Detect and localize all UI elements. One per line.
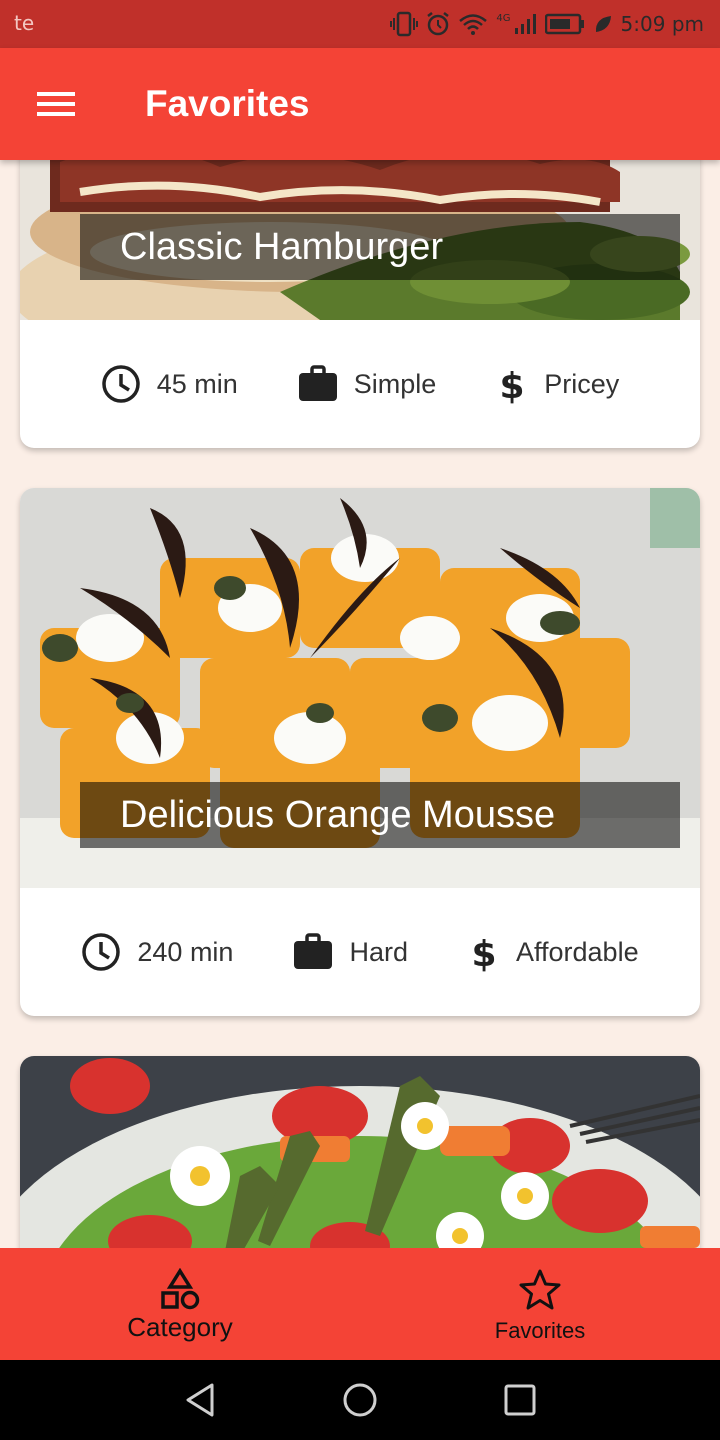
briefcase-icon bbox=[298, 365, 337, 401]
svg-text:$: $ bbox=[500, 366, 525, 404]
meal-duration: 240 min bbox=[81, 932, 233, 972]
duration-label: 45 min bbox=[156, 368, 238, 399]
alarm-icon bbox=[427, 12, 450, 36]
clock-icon bbox=[82, 933, 121, 971]
meal-meta-row: 45 min Simple $ Pricey bbox=[20, 320, 700, 448]
affordability-label: Affordable bbox=[515, 936, 639, 967]
meal-title-overlay: Classic Hamburger bbox=[80, 214, 680, 280]
affordability-label: Pricey bbox=[544, 368, 620, 399]
status-time: 5:09 pm bbox=[620, 12, 704, 36]
vibrate-icon bbox=[390, 11, 419, 37]
dollar-icon: $ bbox=[471, 934, 496, 972]
leaf-icon bbox=[595, 16, 611, 32]
nav-item-category[interactable]: Category bbox=[0, 1248, 360, 1360]
meal-complexity: Hard bbox=[293, 933, 408, 971]
star-icon bbox=[519, 1269, 561, 1310]
recents-icon[interactable] bbox=[500, 1380, 540, 1420]
meal-title: Classic Hamburger bbox=[120, 226, 444, 268]
meal-card[interactable] bbox=[20, 1056, 700, 1248]
meal-image: Delicious Orange Mousse bbox=[20, 488, 700, 888]
meal-meta-row: 240 min Hard $ Affordable bbox=[20, 888, 700, 1016]
system-nav-bar bbox=[0, 1360, 720, 1440]
menu-icon bbox=[37, 92, 75, 116]
meal-title: Delicious Orange Mousse bbox=[120, 794, 556, 836]
status-carrier-text: te bbox=[14, 11, 35, 35]
dollar-icon: $ bbox=[500, 366, 525, 404]
menu-button[interactable] bbox=[28, 82, 84, 126]
status-bar: te 4G 5:09 pm bbox=[0, 0, 720, 48]
complexity-label: Hard bbox=[349, 936, 408, 967]
category-icon bbox=[161, 1268, 200, 1310]
home-icon[interactable] bbox=[340, 1380, 380, 1420]
page-title: Favorites bbox=[145, 83, 310, 124]
meal-title-overlay: Delicious Orange Mousse bbox=[80, 782, 680, 848]
back-icon[interactable] bbox=[180, 1380, 220, 1420]
meal-duration: 45 min bbox=[101, 364, 238, 404]
status-icons: 4G 5:09 pm bbox=[390, 8, 704, 40]
meal-card[interactable]: Classic Hamburger 45 min Simple $ Pricey bbox=[20, 160, 700, 448]
bottom-nav: Category Favorites bbox=[0, 1248, 720, 1360]
signal-icon bbox=[514, 14, 536, 34]
nav-label-favorites: Favorites bbox=[494, 1318, 586, 1343]
app-bar: Favorites bbox=[0, 48, 720, 160]
meal-affordability: $ Pricey bbox=[496, 364, 620, 404]
network-type: 4G bbox=[496, 12, 511, 24]
meal-image: Classic Hamburger bbox=[20, 160, 700, 320]
meal-card[interactable]: Delicious Orange Mousse 240 min Hard $ A… bbox=[20, 488, 700, 1016]
wifi-icon bbox=[459, 14, 488, 35]
nav-label-category: Category bbox=[127, 1312, 233, 1342]
complexity-label: Simple bbox=[353, 368, 437, 399]
meal-image bbox=[20, 1056, 700, 1248]
battery-icon bbox=[544, 13, 584, 35]
briefcase-icon bbox=[294, 933, 333, 969]
duration-label: 240 min bbox=[137, 936, 234, 967]
meal-complexity: Simple bbox=[298, 365, 437, 403]
nav-item-favorites[interactable]: Favorites bbox=[360, 1248, 720, 1360]
svg-text:$: $ bbox=[471, 934, 496, 972]
clock-icon bbox=[101, 365, 140, 403]
meal-list[interactable]: Classic Hamburger 45 min Simple $ Pricey… bbox=[0, 160, 720, 1248]
meal-affordability: $ Affordable bbox=[468, 932, 639, 972]
